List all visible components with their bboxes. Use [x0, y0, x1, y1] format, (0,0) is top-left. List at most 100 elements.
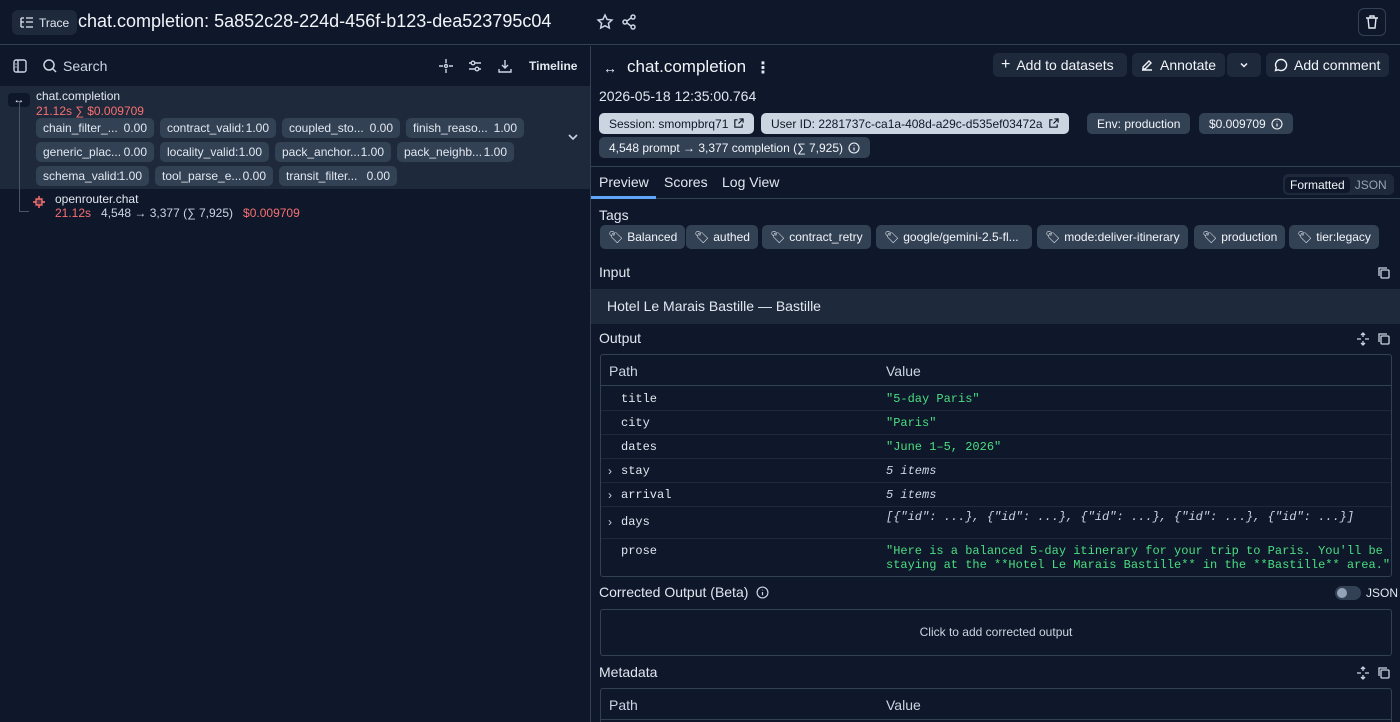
copy-icon[interactable] — [1377, 266, 1391, 280]
score-chip: chain_filter_... 0.00 — [36, 118, 154, 138]
value-header: Value — [886, 697, 921, 713]
tokens-badge: 4,548 prompt → 3,377 completion (∑ 7,925… — [599, 137, 871, 158]
tag-chip: 🏷 tier:legacy — [1289, 225, 1379, 249]
metadata-table: Path Value — [600, 688, 1392, 722]
score-chip: pack_anchor... 1.00 — [275, 142, 391, 162]
child-node-name[interactable]: openrouter.chat — [55, 192, 138, 206]
input-label: Input — [599, 264, 631, 280]
star-icon[interactable] — [596, 13, 614, 31]
copy-icon[interactable] — [1377, 332, 1391, 346]
metadata-label: Metadata — [599, 664, 658, 680]
add-comment-button[interactable]: Add comment — [1266, 53, 1389, 77]
score-chip: tool_parse_e... 0.00 — [155, 166, 273, 186]
trash-icon — [1366, 15, 1378, 29]
user-id-badge[interactable]: User ID: 2281737c-ca1a-408d-a29c-d535ef0… — [761, 113, 1069, 134]
detail-title: chat.completion — [627, 57, 747, 76]
json-toggle[interactable] — [1335, 586, 1361, 600]
score-chip: pack_neighb... 1.00 — [397, 142, 514, 162]
path-header: Path — [609, 697, 638, 713]
formatted-option[interactable]: Formatted — [1285, 176, 1350, 193]
add-to-datasets-button[interactable]: + Add to datasets — [993, 53, 1127, 77]
timeline-button[interactable]: Timeline — [529, 59, 577, 73]
tag-chip: 🏷 mode:deliver-itinerary — [1037, 225, 1188, 249]
tab-preview[interactable]: Preview — [599, 174, 649, 190]
generation-icon — [32, 195, 46, 209]
table-row[interactable]: › stay 5 items — [601, 459, 1391, 483]
tag-chip: 🏷 production — [1194, 225, 1286, 249]
json-toggle-label: JSON — [1366, 586, 1399, 600]
expand-icon[interactable] — [1356, 332, 1370, 346]
tag-icon: 🏷 — [884, 230, 900, 244]
node-meta: 21.12s ∑ $0.009709 — [36, 104, 144, 118]
comment-icon — [1274, 58, 1288, 72]
corrected-output-box[interactable]: Click to add corrected output — [600, 609, 1392, 656]
input-text: Hotel Le Marais Bastille — Bastille — [607, 298, 821, 314]
focus-icon[interactable] — [438, 58, 454, 74]
copy-icon[interactable] — [1377, 666, 1391, 680]
filter-settings-icon[interactable] — [467, 58, 483, 74]
score-chip: schema_valid: 1.00 — [36, 166, 149, 186]
search-input[interactable]: Search — [63, 58, 107, 74]
chevron-right-icon[interactable]: › — [608, 464, 612, 478]
external-link-icon — [734, 118, 745, 128]
score-chip: generic_plac... 0.00 — [36, 142, 154, 162]
tab-log-view[interactable]: Log View — [722, 174, 779, 190]
tag-icon: 🏷 — [1297, 230, 1313, 244]
list-tree-icon — [20, 16, 33, 28]
info-icon[interactable] — [1271, 117, 1283, 130]
sidebar-toggle-icon[interactable] — [12, 58, 28, 74]
value-header: Value — [886, 363, 921, 379]
chevron-down-icon[interactable] — [566, 130, 580, 144]
tag-icon: 🏷 — [1045, 230, 1061, 244]
table-header: Path Value — [601, 689, 1391, 720]
table-row: prose "Here is a balanced 5-day itinerar… — [621, 544, 1391, 572]
timestamp: 2026-05-18 12:35:00.764 — [599, 88, 757, 104]
chevron-right-icon[interactable]: › — [608, 515, 612, 529]
view-mode-toggle: Formatted JSON — [1283, 174, 1394, 195]
more-vertical-icon[interactable]: ⋮ — [755, 58, 771, 78]
trace-tree-panel: Search Timeline ↔ chat.completion 21.12s… — [0, 46, 590, 722]
score-chip: locality_valid: 1.00 — [160, 142, 269, 162]
score-chip: finish_reaso... 1.00 — [406, 118, 524, 138]
share-icon[interactable] — [620, 13, 638, 31]
search-icon — [42, 58, 58, 74]
score-chip: transit_filter... 0.00 — [279, 166, 397, 186]
tag-chip: 🏷 contract_retry — [762, 225, 871, 249]
annotate-dropdown-button[interactable] — [1227, 53, 1261, 77]
table-header: Path Value — [601, 355, 1391, 386]
score-chip: coupled_sto... 0.00 — [282, 118, 400, 138]
trace-node-root[interactable]: ↔ chat.completion 21.12s ∑ $0.009709 cha… — [0, 86, 590, 189]
info-icon[interactable] — [848, 141, 860, 154]
table-row[interactable]: › days [{"id": ...}, {"id": ...}, {"id":… — [601, 507, 1391, 539]
table-row[interactable]: › arrival 5 items — [601, 483, 1391, 507]
annotate-button[interactable]: Annotate — [1132, 53, 1225, 77]
node-name: chat.completion — [36, 89, 121, 103]
active-tab-indicator — [591, 196, 656, 199]
chevron-right-icon[interactable]: › — [608, 488, 612, 502]
tag-chip: 🏷 google/gemini-2.5-fl... — [876, 225, 1032, 249]
trace-label: Trace — [39, 15, 70, 30]
download-icon[interactable] — [497, 58, 513, 74]
tab-scores[interactable]: Scores — [664, 174, 708, 190]
detail-tabs: Preview Scores Log View Formatted JSON — [591, 166, 1400, 199]
tag-icon: 🏷 — [694, 230, 710, 244]
output-table: Path Value title "5-day Paris" city "Par… — [600, 354, 1392, 577]
delete-button[interactable] — [1358, 8, 1386, 36]
external-link-icon — [1048, 118, 1059, 128]
path-header: Path — [609, 363, 638, 379]
session-badge[interactable]: Session: smompbrq71 — [599, 113, 755, 134]
trace-chip[interactable]: Trace — [12, 10, 78, 35]
page-title: chat.completion: 5a852c28-224d-456f-b123… — [78, 11, 552, 31]
expand-icon[interactable] — [1356, 666, 1370, 680]
table-row: title "5-day Paris" — [601, 387, 1391, 411]
tree-connector — [19, 102, 20, 212]
tag-chip: 🏷 authed — [686, 225, 758, 249]
info-icon[interactable] — [756, 586, 769, 599]
search-bar: Search Timeline — [0, 46, 590, 86]
tags-label: Tags — [599, 207, 629, 223]
table-row: city "Paris" — [601, 411, 1391, 435]
json-option[interactable]: JSON — [1350, 177, 1392, 193]
env-badge: Env: production — [1087, 113, 1191, 134]
child-duration: 21.12s — [55, 206, 92, 220]
tree-connector — [19, 211, 29, 212]
